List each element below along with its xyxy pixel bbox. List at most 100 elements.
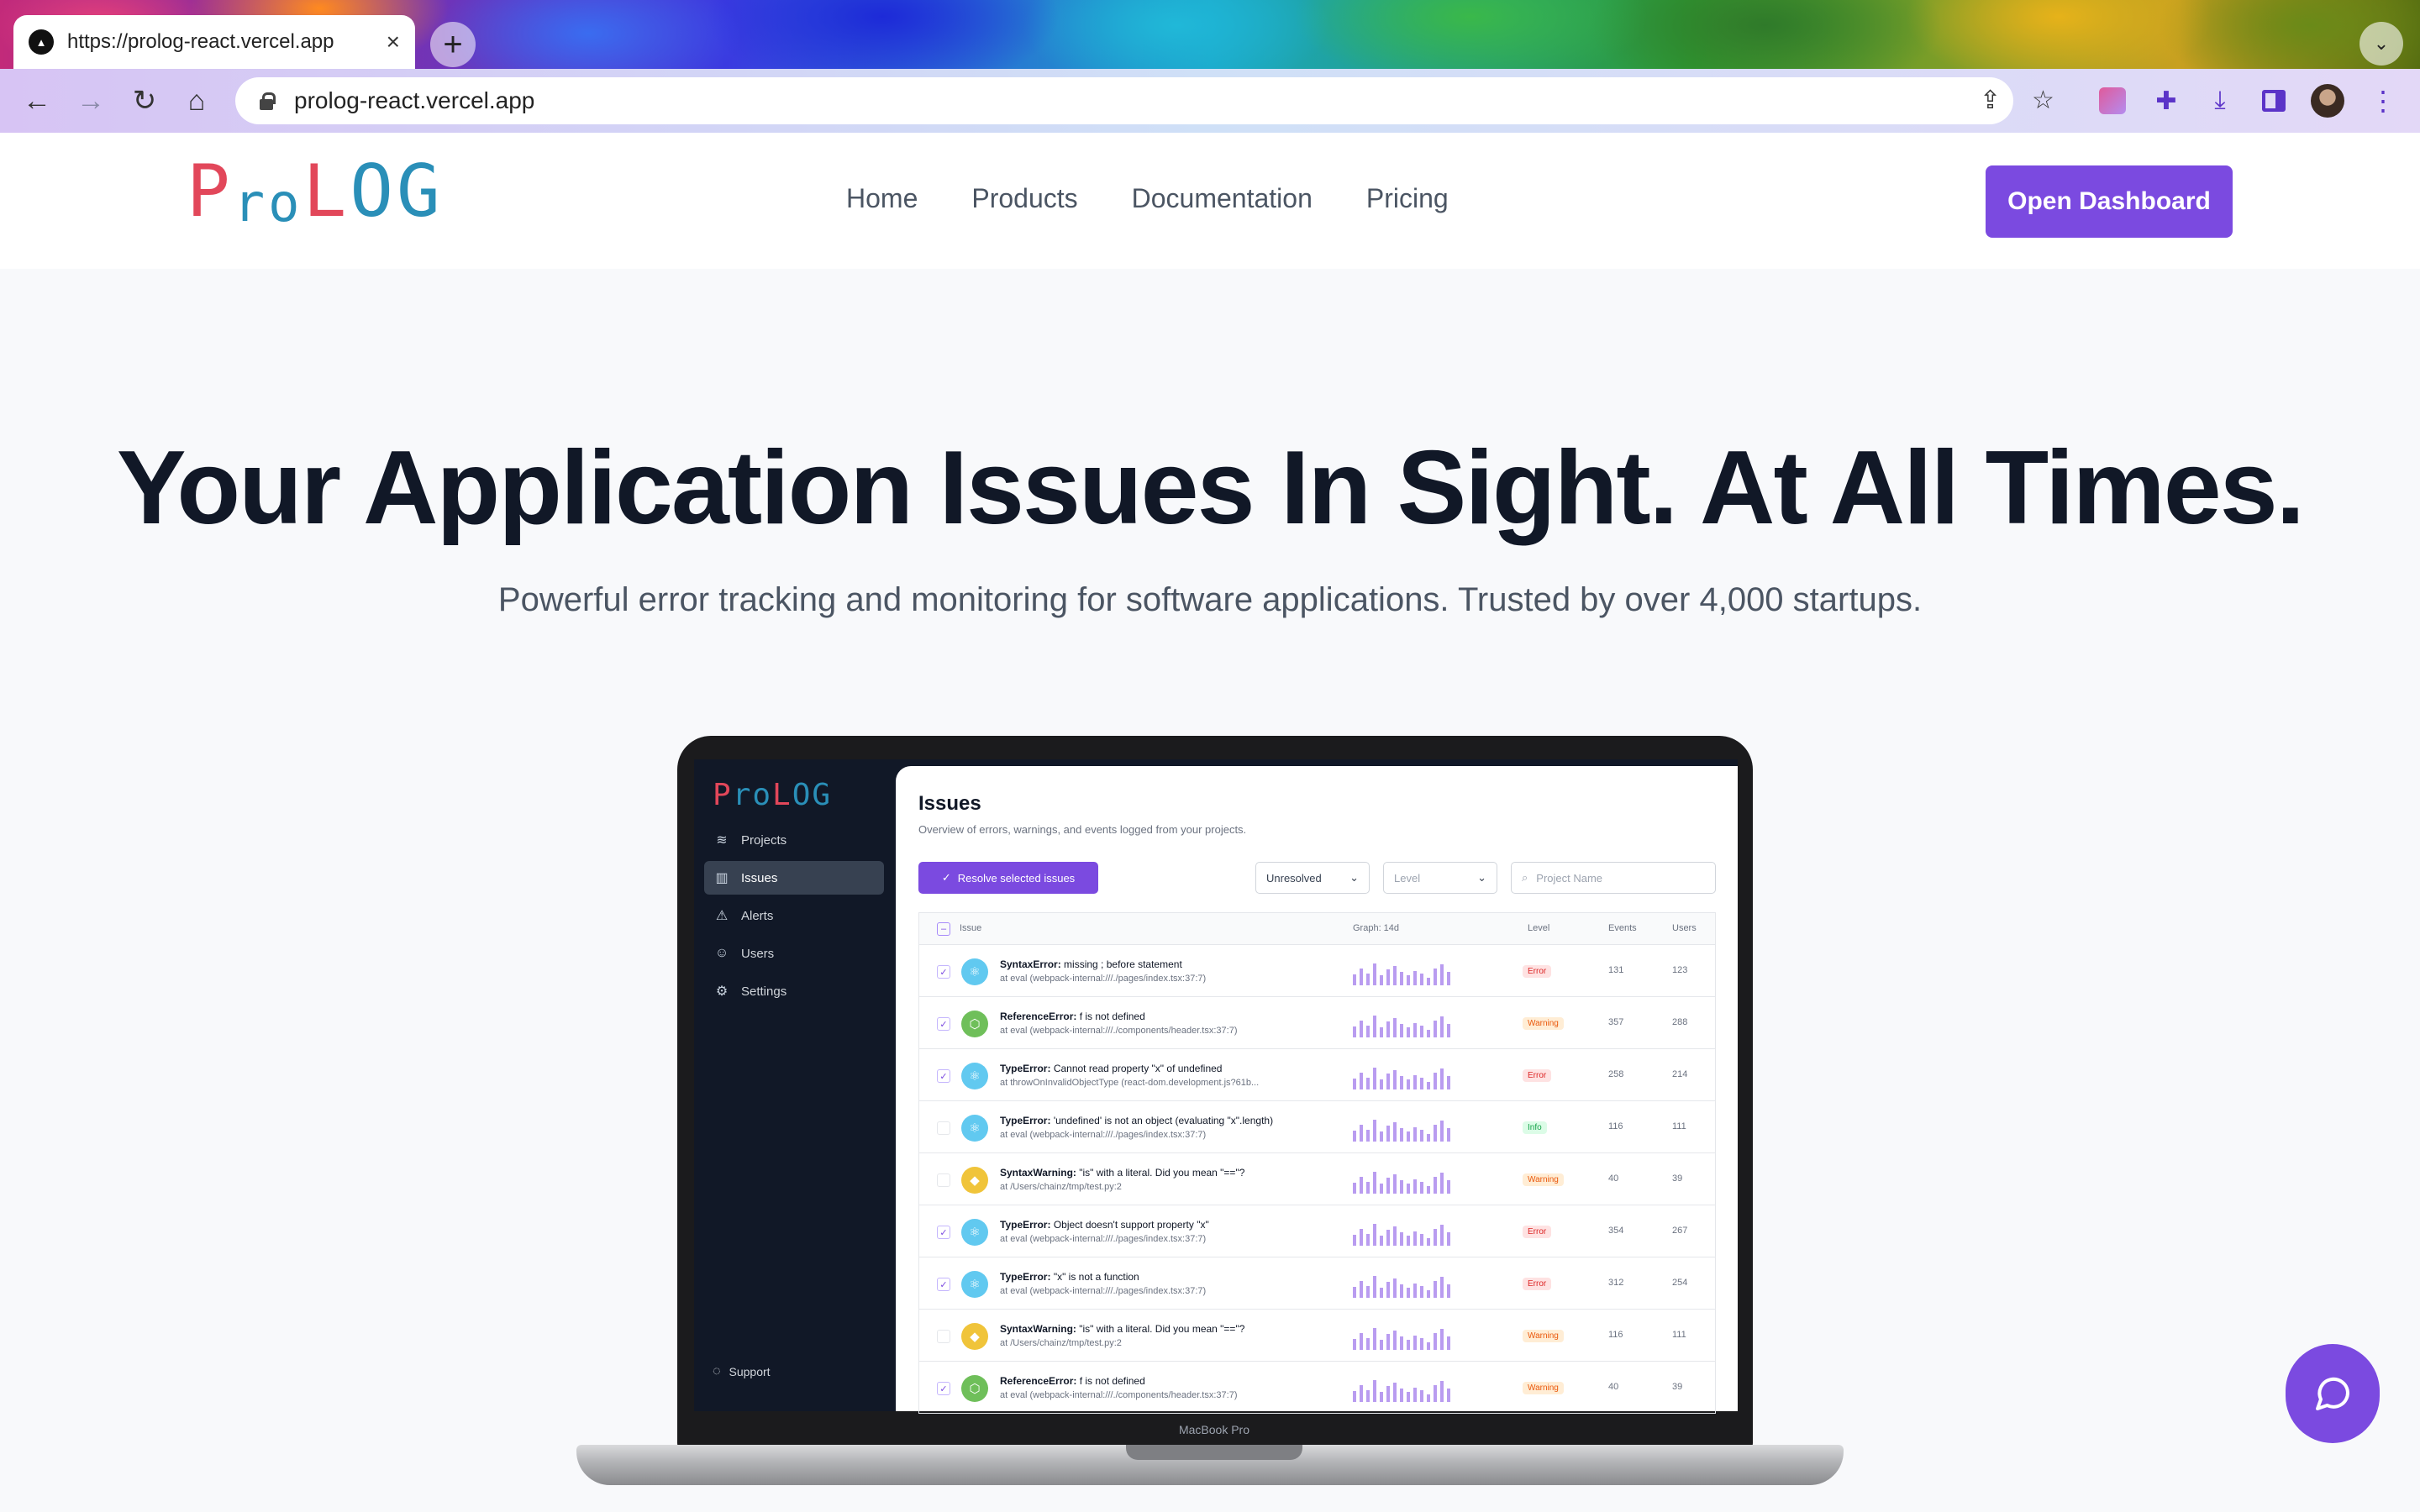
sparkline-bar — [1393, 965, 1397, 985]
sparkline-bar — [1380, 1184, 1383, 1194]
sparkline-bar — [1386, 969, 1390, 985]
row-checkbox[interactable] — [937, 1330, 950, 1343]
sparkline-graph — [1353, 962, 1496, 985]
sparkline-bar — [1366, 1337, 1370, 1350]
issues-subtitle: Overview of errors, warnings, and events… — [918, 823, 1247, 836]
sparkline-bar — [1420, 1129, 1423, 1142]
sparkline-bar — [1386, 1334, 1390, 1350]
row-checkbox[interactable] — [937, 1121, 950, 1135]
issue-title: TypeError: 'undefined' is not an object … — [1000, 1115, 1319, 1126]
issue-location: at /Users/chainz/tmp/test.py:2 — [1000, 1338, 1122, 1348]
sparkline-bar — [1386, 1230, 1390, 1246]
sparkline-bar — [1413, 1126, 1417, 1142]
open-dashboard-button[interactable]: Open Dashboard — [1986, 165, 2233, 238]
sparkline-bar — [1434, 1228, 1437, 1246]
tab-search-chevron-icon[interactable]: ⌄ — [2360, 22, 2403, 66]
table-row[interactable]: ✓ ⬡ ReferenceError: f is not defined at eva… — [919, 1362, 1715, 1414]
search-icon: ⌕ — [1522, 871, 1528, 884]
sparkline-bar — [1373, 1328, 1376, 1350]
resolve-selected-button[interactable]: ✓ Resolve selected issues — [918, 862, 1098, 894]
row-checkbox[interactable] — [937, 1173, 950, 1187]
support-link[interactable]: ◌ Support — [713, 1364, 771, 1379]
row-checkbox[interactable]: ✓ — [937, 965, 950, 979]
download-icon[interactable]: ⤓ — [2203, 84, 2237, 118]
react-platform-icon: ⚛ — [961, 1063, 988, 1089]
address-bar[interactable]: prolog-react.vercel.app — [235, 77, 2013, 124]
extension-gradient-icon[interactable] — [2096, 84, 2129, 118]
table-row[interactable]: ✓ ⚛ TypeError: Cannot read property "x" of… — [919, 1049, 1715, 1101]
browser-tab[interactable]: ▲ https://prolog-react.vercel.app × — [13, 15, 415, 69]
issue-title: TypeError: "x" is not a function — [1000, 1271, 1319, 1283]
nav-documentation[interactable]: Documentation — [1132, 183, 1313, 214]
status-select[interactable]: Unresolved ⌄ — [1255, 862, 1370, 894]
sparkline-bar — [1353, 1235, 1356, 1246]
side-panel-icon[interactable] — [2257, 84, 2291, 118]
table-row[interactable]: ◆ SyntaxWarning: "is" with a literal. Did… — [919, 1153, 1715, 1205]
level-select[interactable]: Level ⌄ — [1383, 862, 1497, 894]
chat-widget-button[interactable] — [2286, 1344, 2380, 1443]
bookmark-star-icon[interactable]: ☆ — [2032, 86, 2054, 115]
sidebar-item-alerts[interactable]: ⚠ Alerts — [704, 899, 884, 932]
table-header: – Issue Graph: 14d Level Events Users — [919, 913, 1715, 945]
sparkline-bar — [1420, 1285, 1423, 1298]
table-row[interactable]: ✓ ⬡ ReferenceError: f is not defined at eva… — [919, 997, 1715, 1049]
sparkline-bar — [1393, 1121, 1397, 1142]
nav-products[interactable]: Products — [971, 183, 1077, 214]
sparkline-bar — [1447, 1076, 1450, 1089]
issue-message: Cannot read property "x" of undefined — [1053, 1063, 1223, 1074]
users-count: 111 — [1672, 1121, 1686, 1131]
row-checkbox[interactable]: ✓ — [937, 1017, 950, 1031]
sparkline-bar — [1380, 1392, 1383, 1402]
sparkline-bar — [1353, 1183, 1356, 1194]
sparkline-bar — [1393, 1278, 1397, 1298]
close-tab-icon[interactable]: × — [387, 30, 400, 54]
puzzle-extension-icon[interactable]: ✚ — [2149, 84, 2183, 118]
tab-title: https://prolog-react.vercel.app — [67, 30, 334, 53]
sidebar-item-label: Settings — [741, 984, 787, 999]
chat-bubble-icon — [2316, 1377, 2350, 1410]
browser-menu-icon[interactable]: ⋮ — [2366, 84, 2400, 118]
sidebar-item-issues[interactable]: ▥ Issues — [704, 861, 884, 895]
users-count: 288 — [1672, 1017, 1688, 1027]
project-search-input[interactable]: ⌕ Project Name — [1511, 862, 1716, 894]
row-checkbox[interactable]: ✓ — [937, 1069, 950, 1083]
react-platform-icon: ⚛ — [961, 958, 988, 985]
bar-chart-icon: ▥ — [715, 871, 729, 885]
issue-name: TypeError: — [1000, 1115, 1051, 1126]
sidebar-item-users[interactable]: ☺ Users — [704, 937, 884, 970]
reload-icon[interactable]: ↻ — [124, 81, 165, 121]
nav-home[interactable]: Home — [846, 183, 918, 214]
share-icon[interactable]: ⇪ — [1980, 86, 2001, 115]
vercel-favicon-icon: ▲ — [29, 29, 54, 55]
row-checkbox[interactable]: ✓ — [937, 1226, 950, 1239]
sparkline-graph — [1353, 1274, 1496, 1298]
new-tab-button[interactable]: + — [430, 22, 476, 67]
select-all-checkbox[interactable]: – — [937, 922, 950, 936]
sidebar-item-settings[interactable]: ⚙ Settings — [704, 974, 884, 1008]
main-nav: Home Products Documentation Pricing — [846, 183, 1449, 214]
table-row[interactable]: ◆ SyntaxWarning: "is" with a literal. Did… — [919, 1310, 1715, 1362]
sidebar-item-projects[interactable]: ≋ Projects — [704, 823, 884, 857]
sparkline-bar — [1407, 1288, 1410, 1298]
back-icon[interactable]: ← — [17, 81, 57, 121]
sparkline-bar — [1447, 1232, 1450, 1246]
sparkline-bar — [1447, 1284, 1450, 1298]
sparkline-bar — [1427, 978, 1430, 985]
forward-icon[interactable]: → — [71, 81, 111, 121]
sparkline-bar — [1413, 1179, 1417, 1194]
sparkline-bar — [1427, 1082, 1430, 1089]
profile-avatar[interactable] — [2311, 84, 2344, 118]
row-checkbox[interactable]: ✓ — [937, 1278, 950, 1291]
table-row[interactable]: ⚛ TypeError: 'undefined' is not an object… — [919, 1101, 1715, 1153]
sparkline-bar — [1360, 1020, 1363, 1037]
table-row[interactable]: ✓ ⚛ TypeError: Object doesn't support prop… — [919, 1205, 1715, 1257]
sparkline-bar — [1440, 1016, 1444, 1037]
table-row[interactable]: ✓ ⚛ TypeError: "x" is not a function at eva… — [919, 1257, 1715, 1310]
prolog-logo[interactable]: P ro L OG — [187, 150, 444, 234]
level-badge: Error — [1523, 965, 1552, 978]
home-icon[interactable]: ⌂ — [176, 81, 217, 121]
row-checkbox[interactable]: ✓ — [937, 1382, 950, 1395]
table-row[interactable]: ✓ ⚛ SyntaxError: missing ; before statemen… — [919, 945, 1715, 997]
nav-pricing[interactable]: Pricing — [1366, 183, 1449, 214]
sparkline-bar — [1380, 1236, 1383, 1246]
